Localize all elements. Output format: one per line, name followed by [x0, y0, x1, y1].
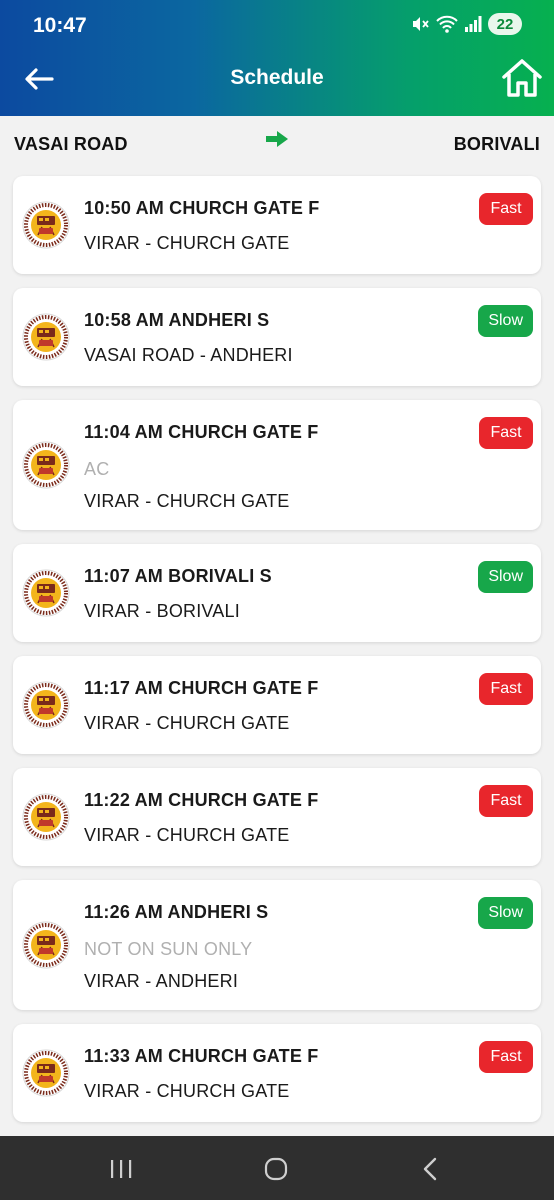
- signal-icon: [465, 16, 482, 32]
- uts-logo-icon: [22, 1049, 70, 1097]
- train-route: VIRAR - ANDHERI: [84, 971, 239, 991]
- train-route: VASAI ROAD - ANDHERI: [84, 345, 293, 365]
- speed-badge: Fast: [479, 673, 533, 705]
- back-chevron-icon: [423, 1157, 437, 1181]
- speed-badge: Slow: [478, 561, 533, 593]
- train-card[interactable]: 11:33 AM CHURCH GATE F VIRAR - CHURCH GAT…: [13, 1024, 541, 1122]
- system-back-button[interactable]: [416, 1154, 446, 1184]
- system-home-button[interactable]: [261, 1154, 291, 1184]
- train-note: AC: [84, 459, 110, 479]
- system-nav-bar: [0, 1136, 554, 1200]
- speed-badge: Fast: [479, 1041, 533, 1073]
- uts-logo-icon: [22, 569, 70, 617]
- train-name: 11:22 AM CHURCH GATE F: [84, 790, 319, 810]
- uts-logo-icon: [22, 441, 70, 489]
- status-icons: 22: [410, 13, 522, 35]
- uts-logo-icon: [22, 793, 70, 841]
- train-name: 11:33 AM CHURCH GATE F: [84, 1046, 319, 1066]
- train-card[interactable]: 11:04 AM CHURCH GATE F AC VIRAR - CHURCH G…: [13, 400, 541, 530]
- route-from: VASAI ROAD: [14, 134, 128, 154]
- home-circle-icon: [264, 1157, 288, 1181]
- train-route: VIRAR - CHURCH GATE: [84, 233, 290, 253]
- speed-badge: Slow: [478, 897, 533, 929]
- status-bar: 10:47 22: [0, 0, 554, 52]
- train-card[interactable]: 10:58 AM ANDHERI S VASAI ROAD - ANDHERI Sl…: [13, 288, 541, 386]
- page-title: Schedule: [230, 66, 324, 89]
- speed-badge: Fast: [479, 193, 533, 225]
- uts-logo-icon: [22, 681, 70, 729]
- home-button[interactable]: [500, 56, 544, 100]
- arrow-right-icon: [266, 131, 288, 147]
- train-name: 11:26 AM ANDHERI S: [84, 902, 269, 922]
- train-name: 10:50 AM CHURCH GATE F: [84, 198, 320, 218]
- train-card[interactable]: 11:07 AM BORIVALI S VIRAR - BORIVALI Slow: [13, 544, 541, 642]
- uts-logo-icon: [22, 921, 70, 969]
- train-name: 10:58 AM ANDHERI S: [84, 310, 270, 330]
- speed-badge: Fast: [479, 417, 533, 449]
- train-card[interactable]: 11:17 AM CHURCH GATE F VIRAR - CHURCH GAT…: [13, 656, 541, 754]
- route-to: BORIVALI: [453, 134, 540, 154]
- speed-badge: Fast: [479, 785, 533, 817]
- train-name: 11:17 AM CHURCH GATE F: [84, 678, 319, 698]
- train-route: VIRAR - BORIVALI: [84, 601, 240, 621]
- train-name: 11:07 AM BORIVALI S: [84, 566, 272, 586]
- train-name: 11:04 AM CHURCH GATE F: [84, 422, 319, 442]
- train-route: VIRAR - CHURCH GATE: [84, 1081, 290, 1101]
- app-header: 10:47 22 Schedule: [0, 0, 554, 116]
- recent-apps-icon: [111, 1160, 132, 1178]
- status-time: 10:47: [33, 14, 87, 37]
- train-card[interactable]: 11:22 AM CHURCH GATE F VIRAR - CHURCH GAT…: [13, 768, 541, 866]
- train-route: VIRAR - CHURCH GATE: [84, 825, 290, 845]
- train-card[interactable]: 10:50 AM CHURCH GATE F VIRAR - CHURCH GAT…: [13, 176, 541, 274]
- home-icon: [502, 59, 542, 97]
- recent-apps-button[interactable]: [106, 1154, 136, 1184]
- uts-logo-icon: [22, 201, 70, 249]
- mute-icon: [413, 17, 429, 31]
- train-note: NOT ON SUN ONLY: [84, 939, 253, 959]
- battery-indicator: 22: [488, 13, 522, 35]
- train-route: VIRAR - CHURCH GATE: [84, 491, 290, 511]
- train-route: VIRAR - CHURCH GATE: [84, 713, 290, 733]
- train-card[interactable]: 11:26 AM ANDHERI S NOT ON SUN ONLY VIRAR -…: [13, 880, 541, 1010]
- uts-logo-icon: [22, 313, 70, 361]
- speed-badge: Slow: [478, 305, 533, 337]
- wifi-icon: [436, 15, 458, 33]
